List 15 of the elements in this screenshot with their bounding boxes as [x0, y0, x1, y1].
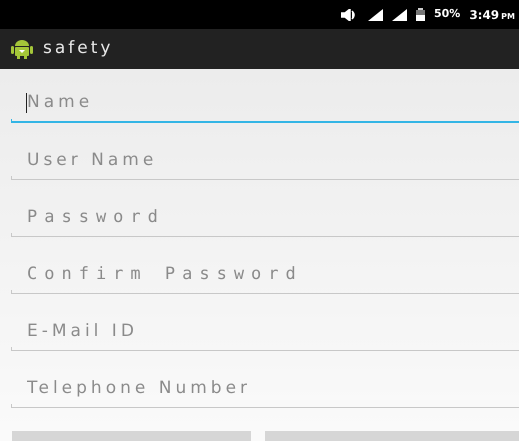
signal-icon [392, 8, 407, 20]
input-field[interactable]: Confirm Password [11, 254, 519, 294]
clock: 3:49 PM [469, 6, 515, 24]
input-field[interactable]: User Name [11, 140, 519, 180]
input-field[interactable]: E-Mail ID [11, 311, 519, 351]
button[interactable] [12, 431, 251, 441]
button[interactable] [265, 431, 519, 441]
app-title: safety [43, 37, 114, 60]
signal-icon [368, 8, 383, 20]
input-field[interactable]: Password [11, 197, 519, 237]
battery-icon [416, 8, 425, 21]
battery-percentage: 50% [434, 6, 460, 22]
robot-icon [11, 39, 33, 59]
input-field[interactable]: Name [11, 83, 519, 123]
input-field[interactable]: Telephone Number [11, 368, 519, 408]
